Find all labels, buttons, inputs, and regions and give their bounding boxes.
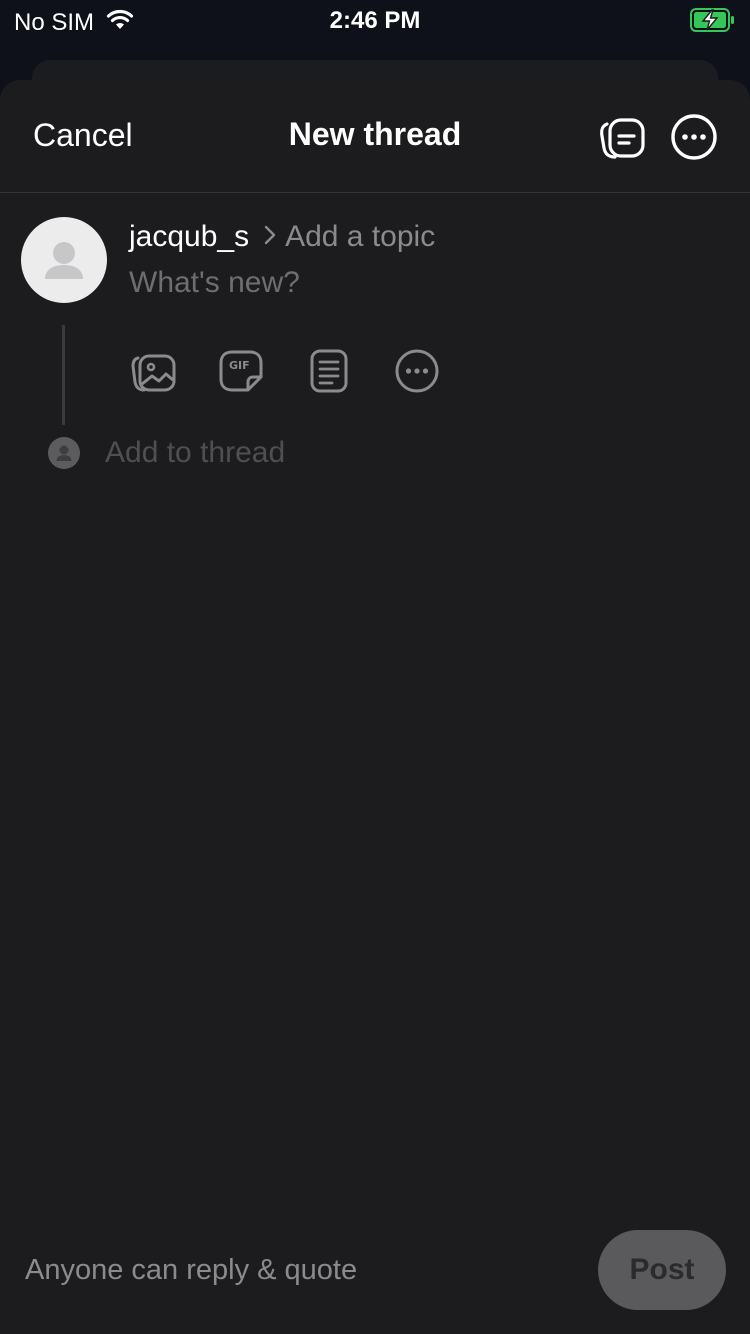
status-time: 2:46 PM — [329, 7, 421, 34]
username: jacqub_s — [129, 220, 250, 253]
add-topic-field[interactable]: Add a topic — [285, 220, 435, 254]
svg-text:GIF: GIF — [229, 359, 250, 372]
chevron-right-icon — [263, 220, 277, 254]
avatar[interactable] — [21, 217, 107, 303]
ellipsis-circle-icon[interactable] — [670, 113, 718, 161]
drafts-icon[interactable] — [597, 112, 647, 162]
battery-charging-icon — [690, 8, 736, 37]
status-bar: No SIM 2:46 PM — [0, 0, 750, 40]
reply-settings-button[interactable]: Anyone can reply & quote — [25, 1254, 357, 1287]
person-icon — [56, 445, 72, 461]
thread-connector-line — [62, 325, 65, 425]
sheet-header: Cancel New thread — [0, 80, 750, 193]
cancel-button[interactable]: Cancel — [33, 117, 133, 154]
add-thread-avatar — [48, 437, 80, 469]
username-row: jacqub_s Add a topic — [129, 220, 435, 254]
new-thread-sheet: Cancel New thread jacqub_s Add a topic W… — [0, 80, 750, 1334]
person-icon — [45, 242, 83, 279]
add-to-thread-input[interactable]: Add to thread — [105, 436, 285, 470]
photo-gallery-icon[interactable] — [130, 348, 176, 394]
post-button[interactable]: Post — [598, 1230, 726, 1310]
screen: No SIM 2:46 PM Cancel New thread jacqub_… — [0, 0, 750, 1334]
gif-icon[interactable]: GIF — [218, 348, 264, 394]
thread-text-input[interactable]: What's new? — [129, 266, 300, 300]
more-options-icon[interactable] — [394, 348, 440, 394]
document-icon[interactable] — [306, 348, 352, 394]
